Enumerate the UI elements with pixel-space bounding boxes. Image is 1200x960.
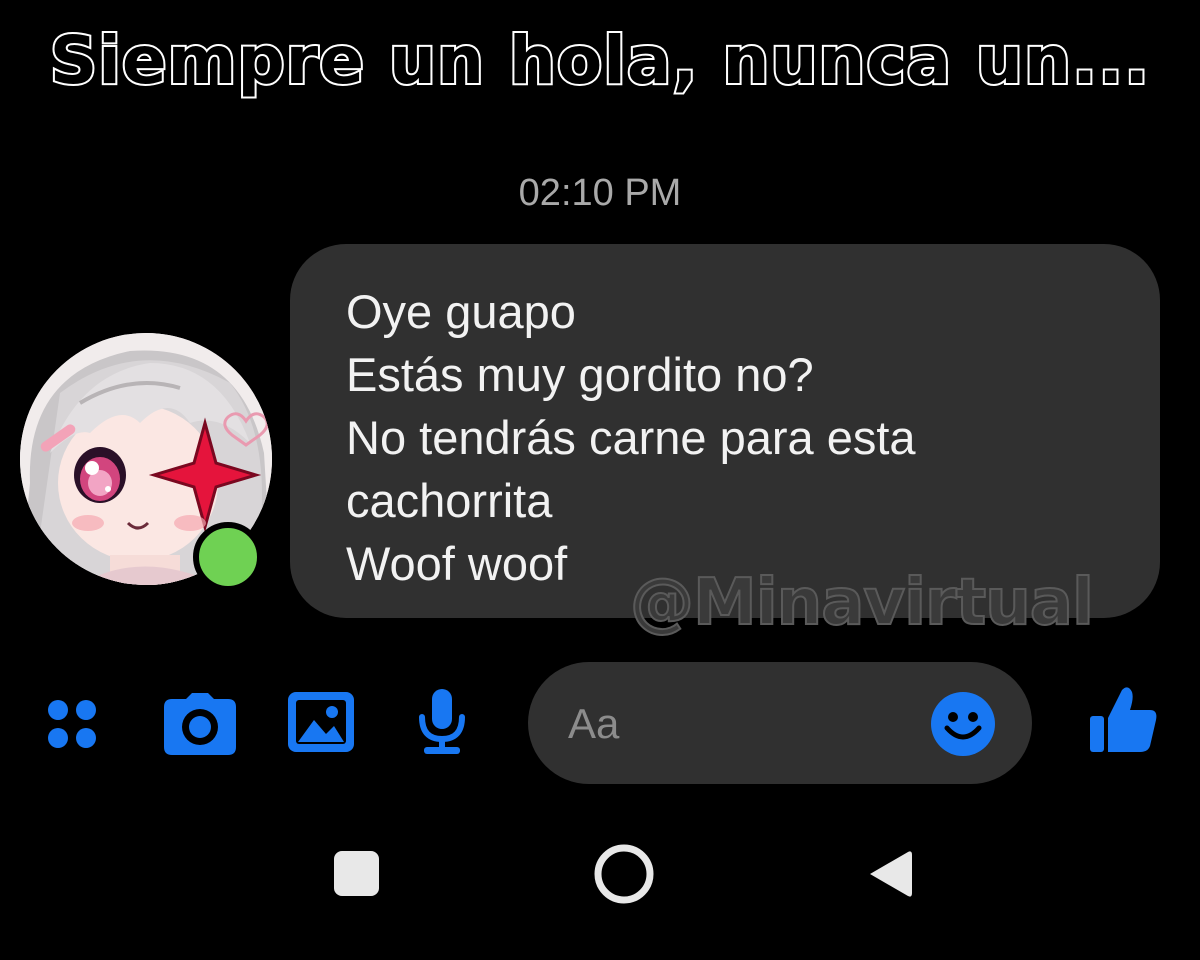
watermark: @Minavirtual xyxy=(629,565,1095,641)
message-bubble[interactable]: Oye guapo Estás muy gordito no? No tendr… xyxy=(290,244,1160,618)
back-button[interactable] xyxy=(866,848,912,900)
like-button[interactable] xyxy=(1088,684,1160,756)
message-composer[interactable] xyxy=(528,662,1032,786)
home-icon xyxy=(594,844,654,904)
message-line: cachorrita xyxy=(346,474,553,527)
emoji-icon xyxy=(931,692,995,756)
message-input[interactable] xyxy=(566,662,930,786)
gallery-button[interactable] xyxy=(286,690,356,754)
microphone-button[interactable] xyxy=(414,688,470,756)
camera-icon xyxy=(164,693,236,755)
emoji-button[interactable] xyxy=(930,691,996,757)
message-line: No tendrás carne para esta xyxy=(346,411,916,464)
online-status-dot xyxy=(193,522,263,592)
meme-caption: Siempre un hola, nunca un... xyxy=(48,20,1152,101)
message-line: Oye guapo xyxy=(346,285,576,338)
like-icon xyxy=(1090,687,1157,752)
camera-button[interactable] xyxy=(162,690,238,758)
apps-button[interactable] xyxy=(40,692,104,756)
recents-button[interactable] xyxy=(334,851,379,896)
home-button[interactable] xyxy=(593,843,655,905)
apps-icon xyxy=(48,700,96,748)
back-icon xyxy=(870,851,912,897)
gallery-icon xyxy=(288,692,354,752)
message-timestamp: 02:10 PM xyxy=(518,172,682,214)
message-line: Estás muy gordito no? xyxy=(346,348,814,401)
microphone-icon xyxy=(419,689,465,754)
